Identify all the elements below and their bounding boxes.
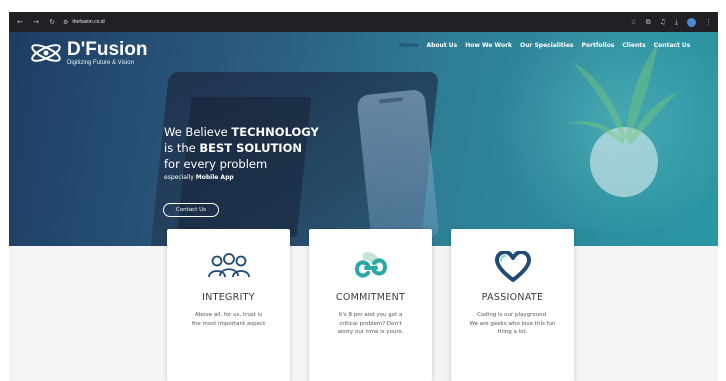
download-icon[interactable]: ⤓ (675, 18, 678, 27)
link-icon (354, 252, 387, 278)
headline-line-4: especially Mobile App (164, 174, 319, 181)
card-text-line: It's 8 pm and you got a (338, 312, 403, 318)
more-menu-icon[interactable]: ⋮ (705, 18, 712, 26)
card-text-line: worry our time is yours. (337, 329, 404, 335)
card-text: Coding is our playground. We are geeks w… (461, 311, 564, 337)
nav-contact-us[interactable]: Contact Us (654, 42, 691, 49)
browser-tools: ☆ ⧉ ♫ ⤓ ⋮ (630, 17, 712, 27)
media-icon[interactable]: ♫ (660, 18, 666, 26)
card-title: PASSIONATE (481, 292, 544, 303)
forward-icon[interactable]: → (31, 18, 41, 26)
headline-line-1-bold: TECHNOLOGY (231, 125, 319, 139)
browser-nav: ← → ↻ (15, 18, 57, 26)
card-text-line: critical problem? Don't (339, 320, 402, 327)
card-icon-wrap (451, 251, 574, 283)
site-logo[interactable]: D'Fusion Digitizing Future & Vision (29, 40, 148, 66)
profile-avatar[interactable] (687, 17, 696, 27)
headline-line-1: We Believe TECHNOLOGY (164, 124, 319, 140)
contact-us-button[interactable]: Contact Us (163, 203, 219, 217)
address-bar[interactable]: ⚙ thefusion.co.id (63, 19, 105, 26)
heart-icon (494, 251, 531, 282)
card-text: Above all, for us, trust is the most imp… (177, 311, 280, 328)
value-card-integrity: INTEGRITY Above all, for us, trust is th… (167, 229, 290, 381)
site-info-icon[interactable]: ⚙ (63, 19, 68, 26)
extensions-icon[interactable]: ⧉ (646, 18, 651, 27)
nav-about-us[interactable]: About Us (426, 42, 457, 49)
back-icon[interactable]: ← (15, 18, 25, 26)
headline-line-2-bold: BEST SOLUTION (199, 141, 302, 155)
headline-line-1-prefix: We Believe (164, 125, 232, 139)
card-text-line: the most important aspect (191, 320, 266, 327)
card-text-line: We are geeks who love this fun (469, 320, 556, 327)
value-card-passionate: PASSIONATE Coding is our playground. We … (451, 229, 574, 381)
hero-headline: We Believe TECHNOLOGY is the BEST SOLUTI… (164, 124, 319, 181)
card-title: COMMITMENT (335, 292, 406, 303)
brand-tagline: Digitizing Future & Vision (67, 60, 134, 66)
card-icon-wrap (167, 251, 290, 283)
card-icon-wrap (309, 251, 432, 283)
nav-how-we-work[interactable]: How We Work (465, 42, 512, 49)
logo-wordmark: D'Fusion Digitizing Future & Vision (67, 40, 148, 66)
card-text-line: Above all, for us, trust is (194, 312, 263, 318)
card-text-line: Coding is our playground. (477, 312, 548, 318)
dfusion-logo-icon (31, 44, 61, 62)
browser-toolbar: ← → ↻ ⚙ thefusion.co.id ☆ ⧉ ♫ ⤓ ⋮ (9, 12, 718, 32)
brand-name: D'Fusion (67, 39, 148, 60)
card-text: It's 8 pm and you got a critical problem… (319, 311, 422, 337)
headline-line-2-prefix: is the (164, 141, 200, 155)
nav-portfolios[interactable]: Portfolios (581, 42, 614, 49)
phone-notch (378, 97, 404, 104)
nav-home[interactable]: Home (399, 42, 418, 49)
browser-window: ← → ↻ ⚙ thefusion.co.id ☆ ⧉ ♫ ⤓ ⋮ D'Fusi… (9, 12, 718, 381)
hero-section: D'Fusion Digitizing Future & Vision Home… (9, 32, 718, 246)
nav-our-specialities[interactable]: Our Specialities (520, 42, 573, 49)
url-text: thefusion.co.id (72, 19, 105, 25)
bookmark-star-icon[interactable]: ☆ (630, 18, 636, 26)
headline-line-4-bold: Mobile App (195, 174, 234, 181)
headline-line-3: for every problem (164, 157, 268, 171)
team-icon (207, 253, 250, 278)
headline-line-4-prefix: especially (164, 174, 196, 181)
reload-icon[interactable]: ↻ (47, 18, 57, 26)
card-title: INTEGRITY (202, 292, 255, 303)
plant-graphic (568, 42, 678, 144)
value-card-commitment: COMMITMENT It's 8 pm and you got a criti… (309, 229, 432, 381)
main-nav: Home About Us How We Work Our Specialiti… (399, 42, 690, 49)
card-text-line: thing a lot. (497, 329, 528, 335)
headline-line-2: is the BEST SOLUTION (164, 140, 319, 156)
nav-clients[interactable]: Clients (622, 42, 645, 49)
